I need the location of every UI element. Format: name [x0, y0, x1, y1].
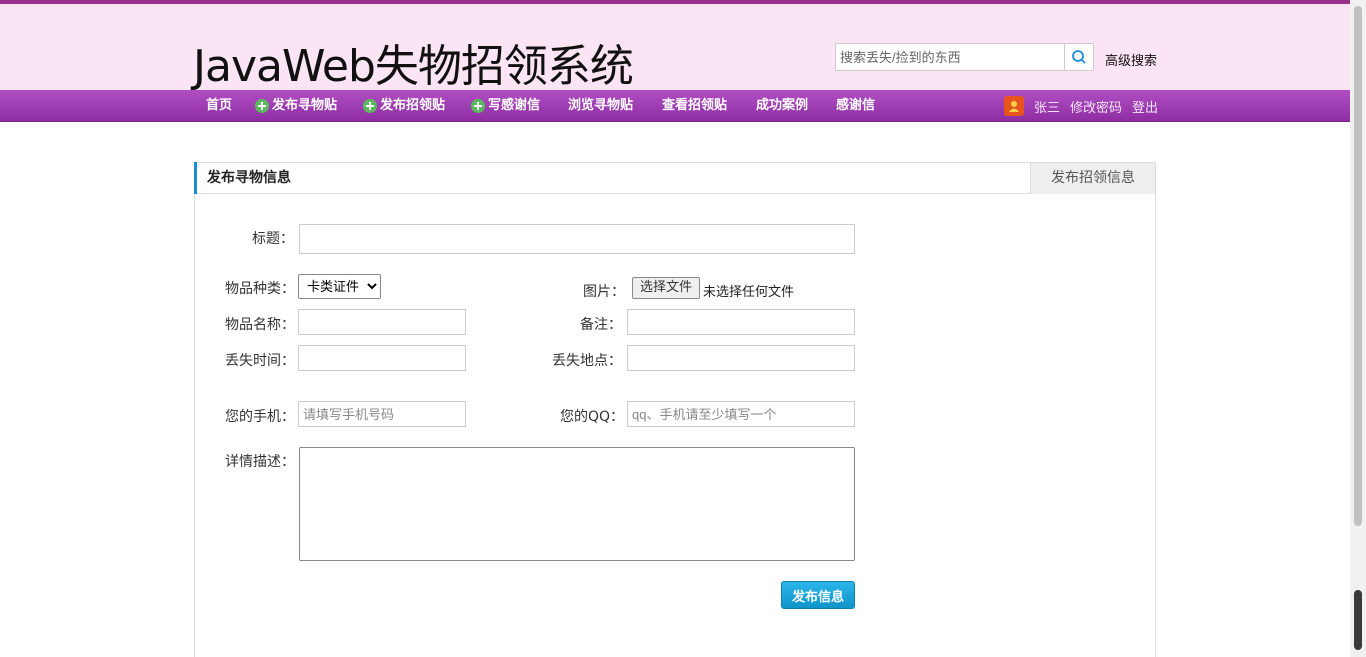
- nav-view-found-label: 查看招领贴: [662, 98, 728, 113]
- scrollbar-indicator: [1354, 590, 1362, 650]
- lost-place-input[interactable]: [627, 345, 855, 371]
- nav-write-thanks[interactable]: 写感谢信: [471, 90, 540, 122]
- user-avatar-icon: [1004, 96, 1024, 116]
- qq-input[interactable]: [627, 401, 855, 427]
- panel-header: 发布寻物信息 发布招领信息: [194, 162, 1155, 194]
- nav-post-lost-label: 发布寻物贴: [272, 98, 338, 113]
- logout-link[interactable]: 登出: [1132, 97, 1158, 116]
- image-label: 图片：: [583, 284, 625, 300]
- search-icon: [1072, 50, 1086, 64]
- nav-home[interactable]: 首页: [206, 90, 232, 122]
- phone-input[interactable]: [298, 401, 466, 427]
- panel-title: 发布寻物信息: [207, 170, 291, 186]
- site-logo[interactable]: JavaWeb失物招领系统: [193, 30, 634, 94]
- nav-home-label: 首页: [206, 98, 233, 113]
- search-button[interactable]: [1064, 43, 1094, 71]
- nav-success-cases[interactable]: 成功案例: [756, 90, 808, 122]
- title-input[interactable]: [299, 224, 855, 254]
- nav-success-cases-label: 成功案例: [756, 98, 809, 113]
- category-label: 物品种类：: [225, 281, 295, 297]
- username[interactable]: 张三: [1034, 97, 1060, 116]
- remark-label: 备注：: [580, 317, 622, 333]
- scrollbar[interactable]: [1350, 0, 1366, 657]
- remark-input[interactable]: [627, 309, 855, 335]
- header: JavaWeb失物招领系统 高级搜索: [0, 4, 1350, 92]
- change-password-link[interactable]: 修改密码: [1070, 97, 1122, 116]
- item-name-label: 物品名称：: [225, 317, 295, 333]
- nav-write-thanks-label: 写感谢信: [488, 98, 541, 113]
- panel-accent-bar: [194, 162, 197, 194]
- lost-time-label: 丢失时间：: [225, 353, 295, 369]
- main-nav: 首页 发布寻物贴 发布招领贴 写感谢信 浏览寻物贴 查看招领贴 成功案例 感谢信…: [0, 90, 1350, 122]
- nav-view-found[interactable]: 查看招领贴: [662, 90, 727, 122]
- scrollbar-thumb[interactable]: [1354, 6, 1362, 526]
- nav-post-lost[interactable]: 发布寻物贴: [255, 90, 337, 122]
- advanced-search-link[interactable]: 高级搜索: [1105, 50, 1157, 69]
- submit-button[interactable]: 发布信息: [781, 581, 855, 609]
- lost-place-label: 丢失地点：: [552, 353, 622, 369]
- user-area: 张三 修改密码 登出: [1004, 90, 1168, 122]
- nav-thanks-letters[interactable]: 感谢信: [836, 90, 875, 122]
- nav-thanks-letters-label: 感谢信: [836, 98, 876, 113]
- nav-post-found[interactable]: 发布招领贴: [363, 90, 445, 122]
- category-select[interactable]: 卡类证件: [298, 274, 381, 299]
- tab-post-found[interactable]: 发布招领信息: [1030, 163, 1155, 194]
- description-label: 详情描述：: [225, 454, 295, 470]
- qq-label: 您的QQ：: [560, 409, 625, 425]
- file-status: 未选择任何文件: [703, 285, 795, 300]
- title-label: 标题：: [252, 231, 294, 247]
- nav-browse-lost[interactable]: 浏览寻物贴: [568, 90, 633, 122]
- phone-label: 您的手机：: [225, 409, 295, 425]
- choose-file-button[interactable]: 选择文件: [632, 277, 701, 299]
- item-name-input[interactable]: [298, 309, 466, 335]
- description-textarea[interactable]: [299, 447, 855, 561]
- plus-circle-icon: [363, 99, 377, 113]
- plus-circle-icon: [255, 99, 269, 113]
- nav-post-found-label: 发布招领贴: [380, 98, 446, 113]
- lost-time-input[interactable]: [298, 345, 466, 371]
- plus-circle-icon: [471, 99, 485, 113]
- nav-browse-lost-label: 浏览寻物贴: [568, 98, 634, 113]
- search-input[interactable]: [835, 43, 1065, 71]
